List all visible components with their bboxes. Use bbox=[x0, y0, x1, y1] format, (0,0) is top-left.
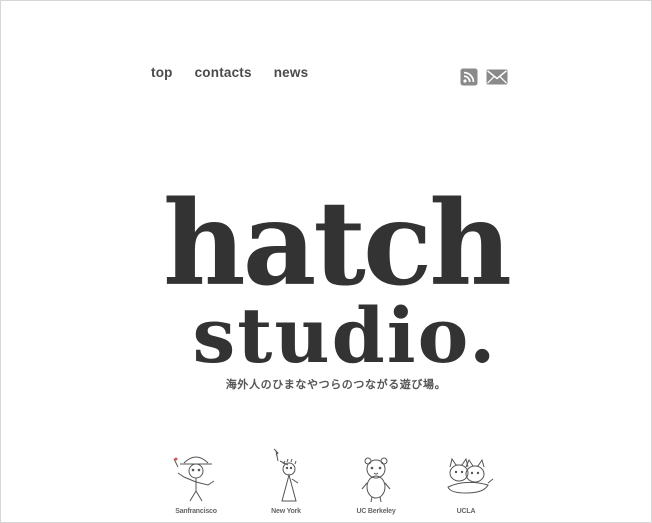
nav-link-contacts[interactable]: contacts bbox=[195, 65, 252, 80]
character-label: UC Berkeley bbox=[356, 508, 396, 515]
mail-icon[interactable] bbox=[486, 68, 508, 91]
tagline: 海外人のひまなやつらのつながる遊び場。 bbox=[225, 378, 447, 391]
site-logo[interactable]: hatch studio. bbox=[141, 186, 531, 374]
cowboy-character-icon bbox=[173, 456, 215, 502]
nav-link-top[interactable]: top bbox=[151, 65, 173, 80]
social-links bbox=[460, 68, 508, 91]
character-links: Sanfrancisco New York UC Berkeley UCLA bbox=[151, 447, 511, 515]
nav-link-news[interactable]: news bbox=[274, 65, 309, 80]
main-nav: top contacts news bbox=[151, 65, 308, 80]
character-link-ucla[interactable]: UCLA bbox=[421, 447, 511, 515]
character-link-sanfrancisco[interactable]: Sanfrancisco bbox=[151, 447, 241, 515]
character-link-uc-berkeley[interactable]: UC Berkeley bbox=[331, 447, 421, 515]
bear-character-icon bbox=[361, 457, 391, 503]
character-label: New York bbox=[271, 508, 301, 515]
character-label: UCLA bbox=[456, 508, 476, 515]
character-label: Sanfrancisco bbox=[175, 508, 217, 515]
logo-hatch: hatch bbox=[162, 176, 512, 312]
character-link-new-york[interactable]: New York bbox=[241, 447, 331, 515]
statue-of-liberty-character-icon bbox=[273, 448, 299, 502]
cats-character-icon bbox=[447, 457, 494, 494]
rss-icon[interactable] bbox=[460, 68, 478, 91]
page-frame: top contacts news hatch studio. 海外人のひまなや… bbox=[0, 0, 652, 523]
